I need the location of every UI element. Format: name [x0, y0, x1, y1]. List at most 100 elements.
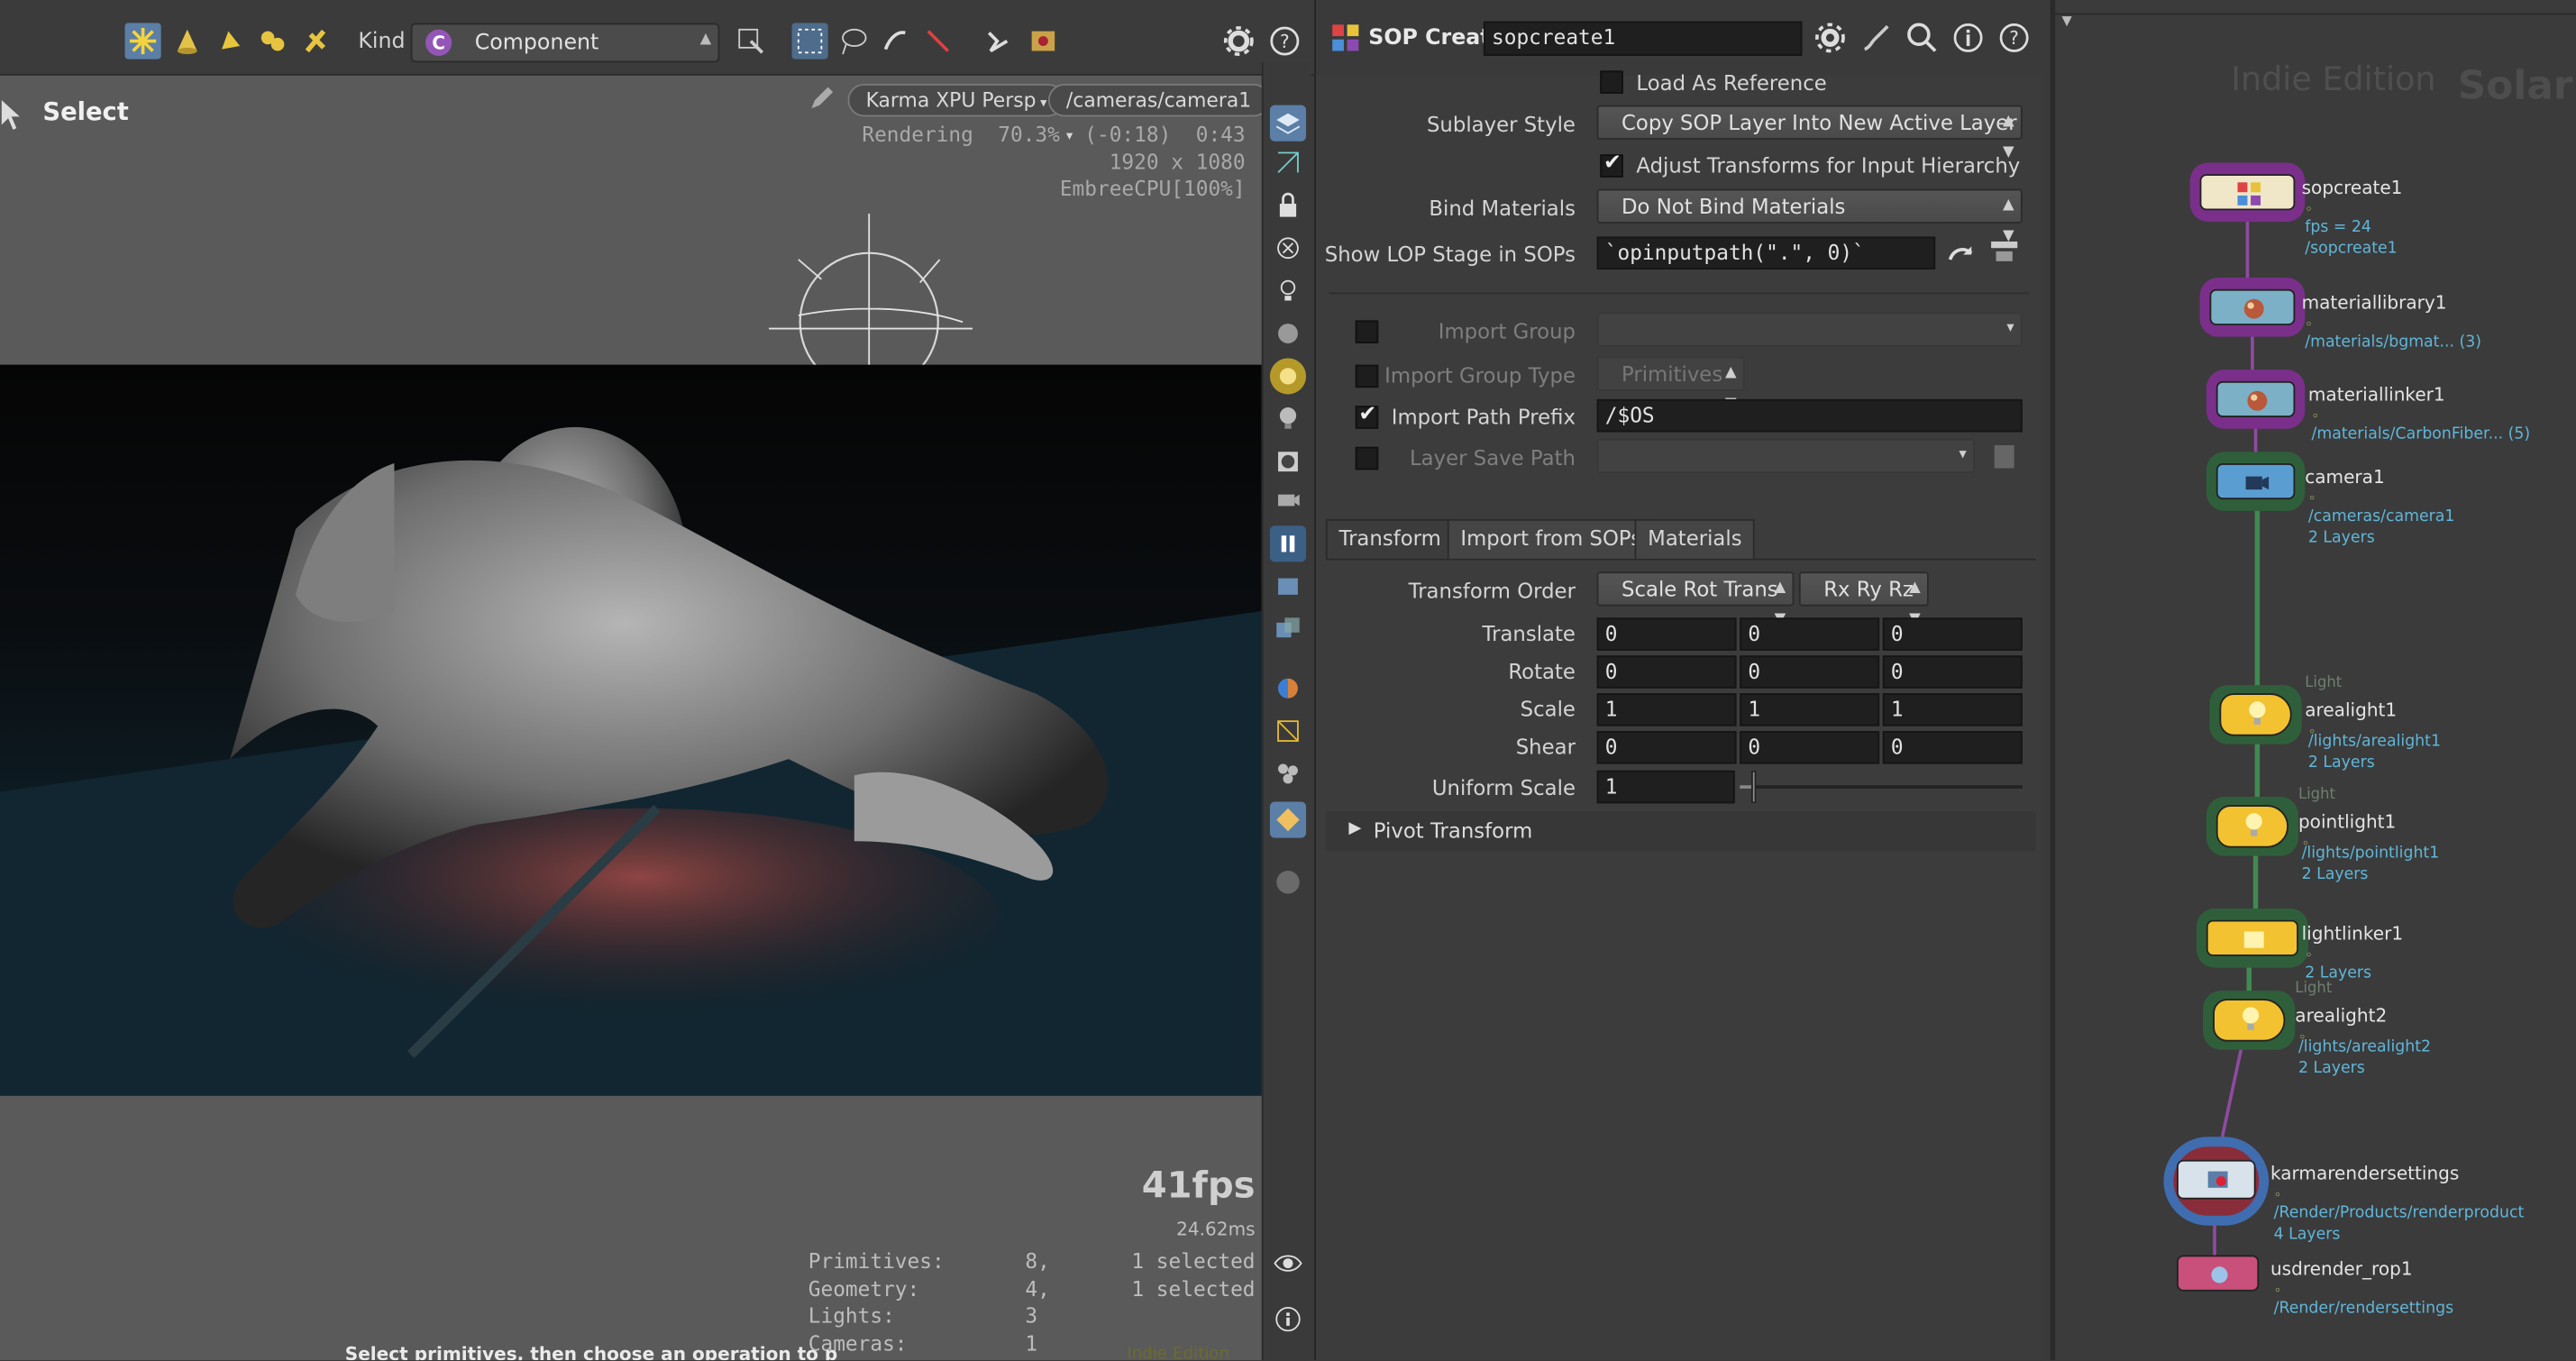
import-group-checkbox[interactable] — [1355, 320, 1379, 343]
shading-mode-icon[interactable] — [1270, 671, 1306, 707]
show-lop-stage-field[interactable]: `opinputpath(".", 0)` — [1596, 236, 1936, 269]
node-name[interactable]: lightlinker1 — [2302, 923, 2404, 945]
translate-z-field[interactable]: 0 — [1882, 617, 2023, 651]
camera-icon[interactable] — [1270, 481, 1306, 517]
uniform-scale-field[interactable]: 1 — [1596, 770, 1735, 804]
light-bulb-icon[interactable] — [1270, 273, 1306, 309]
shear-x-field[interactable]: 0 — [1596, 731, 1737, 764]
lasso-bell-icon[interactable] — [212, 23, 248, 59]
node-name-field[interactable]: sopcreate1 — [1483, 21, 1803, 56]
lasso-select-icon[interactable] — [835, 23, 871, 59]
eye-icon[interactable] — [1270, 1246, 1306, 1282]
box-select-icon[interactable] — [791, 23, 828, 59]
pause-icon[interactable] — [1269, 525, 1307, 562]
node-pointlight1[interactable] — [2215, 805, 2289, 848]
kind-dropdown[interactable]: C Component ▲ — [410, 23, 720, 63]
shadow-icon[interactable] — [1270, 443, 1306, 480]
node-name[interactable]: karmarendersettings — [2270, 1163, 2459, 1184]
node-camera1[interactable] — [2215, 463, 2296, 500]
paint-select-icon[interactable] — [877, 23, 913, 59]
node-chooser-icon[interactable] — [1987, 233, 2023, 269]
sphere-icon[interactable] — [1270, 315, 1306, 352]
node-name[interactable]: usdrender_rop1 — [2270, 1258, 2413, 1280]
help-icon[interactable]: ? — [1996, 20, 2032, 56]
translate-x-field[interactable]: 0 — [1596, 617, 1737, 651]
adjust-transforms-checkbox[interactable] — [1600, 151, 1623, 178]
file-chooser-icon[interactable] — [1987, 439, 2023, 475]
uniform-scale-slider[interactable] — [1740, 770, 2023, 804]
cone-tool-icon[interactable] — [169, 23, 206, 59]
node-name[interactable]: camera1 — [2305, 467, 2384, 489]
node-name[interactable]: pointlight1 — [2298, 811, 2396, 833]
import-group-type-menu[interactable]: Primitives▲▼ — [1596, 356, 1745, 412]
selection-mode-icon[interactable] — [733, 23, 769, 59]
layer-save-path-field[interactable]: ▾ — [1596, 438, 1975, 473]
scene-viewport[interactable]: Select Karma XPU Persp ▾ /cameras/camera… — [0, 75, 1262, 1361]
guides-icon[interactable] — [1270, 713, 1306, 749]
scale-y-field[interactable]: 1 — [1740, 693, 1880, 726]
display-mode-icon[interactable] — [1270, 144, 1306, 180]
import-path-prefix-field[interactable]: /$OS — [1596, 398, 2023, 433]
pencil-icon[interactable] — [808, 86, 835, 118]
translate-y-field[interactable]: 0 — [1740, 617, 1880, 651]
scale-z-field[interactable]: 1 — [1882, 693, 2023, 726]
lock-icon[interactable] — [1270, 187, 1306, 224]
node-name[interactable]: arealight1 — [2305, 699, 2397, 721]
scale-x-field[interactable]: 1 — [1596, 693, 1737, 726]
particles-icon[interactable] — [1270, 755, 1306, 791]
node-arealight2[interactable] — [2213, 999, 2286, 1042]
group-tool-icon[interactable] — [255, 23, 291, 59]
import-path-prefix-checkbox[interactable] — [1355, 403, 1379, 429]
tab-import-from-sops[interactable]: Import from SOPs — [1447, 518, 1655, 559]
tab-materials[interactable]: Materials — [1634, 518, 1756, 559]
layer-save-path-checkbox[interactable] — [1355, 446, 1379, 470]
hierarchy-tool-icon[interactable] — [297, 23, 333, 59]
node-name[interactable]: sopcreate1 — [2302, 178, 2403, 199]
node-arealight1[interactable] — [2219, 693, 2292, 736]
bind-materials-menu[interactable]: Do Not Bind Materials ▲ ▼ — [1596, 188, 2023, 245]
rotate-y-field[interactable]: 0 — [1740, 655, 1880, 689]
renderer-menu[interactable]: Karma XPU Persp ▾ — [847, 83, 1065, 117]
load-as-reference-checkbox[interactable] — [1600, 70, 1623, 94]
search-icon[interactable] — [1905, 20, 1941, 56]
snapshot-icon[interactable] — [1025, 23, 1061, 59]
bounding-box-icon[interactable] — [1269, 801, 1307, 838]
node-name[interactable]: materiallinker1 — [2308, 385, 2445, 406]
node-usdrender_rop1[interactable] — [2177, 1255, 2260, 1292]
import-group-field[interactable]: ▾ — [1596, 312, 2023, 347]
node-materiallibrary1[interactable] — [2209, 288, 2296, 325]
background-icon[interactable] — [1270, 864, 1306, 900]
slider-handle[interactable] — [1750, 770, 1756, 804]
help-icon[interactable]: ? — [1266, 23, 1302, 59]
shear-y-field[interactable]: 0 — [1740, 731, 1880, 764]
gear-icon[interactable] — [1220, 23, 1256, 59]
headlight-icon[interactable] — [1269, 358, 1307, 395]
laser-select-icon[interactable] — [920, 23, 956, 59]
network-editor[interactable]: ▼ Indie Edition Solari sopcreate1 ◦ fps = … — [2050, 0, 2576, 1361]
rotate-x-field[interactable]: 0 — [1596, 655, 1737, 689]
node-name[interactable]: materiallibrary1 — [2302, 292, 2447, 314]
sublayer-style-menu[interactable]: Copy SOP Layer Into New Active Layer ▲ ▼ — [1596, 105, 2023, 161]
import-group-type-checkbox[interactable] — [1355, 364, 1379, 388]
node-materiallinker1[interactable] — [2215, 380, 2296, 417]
info-icon[interactable] — [1950, 20, 1987, 56]
close-icon[interactable] — [1270, 230, 1306, 266]
rotate-order-menu[interactable]: Rx Ry Rz▲▼ — [1798, 571, 1929, 627]
bulb-icon[interactable] — [1270, 401, 1306, 437]
layers-icon[interactable] — [1269, 105, 1307, 142]
node-lightlinker1[interactable] — [2206, 919, 2298, 956]
node-name[interactable]: arealight2 — [2295, 1005, 2387, 1027]
node-sopcreate1[interactable] — [2199, 174, 2296, 211]
transform-order-menu[interactable]: Scale Rot Trans▲▼ — [1596, 571, 1795, 627]
pivot-transform-folder[interactable]: ▶ Pivot Transform — [1325, 811, 2036, 852]
redo-icon[interactable] — [1943, 236, 1979, 269]
select-tool-icon[interactable] — [124, 23, 161, 59]
gear-icon[interactable] — [1812, 20, 1848, 56]
shear-z-field[interactable]: 0 — [1882, 731, 2023, 764]
tab-transform[interactable]: Transform — [1325, 518, 1455, 559]
pick-tool-icon[interactable] — [979, 23, 1015, 59]
camera-menu[interactable]: /cameras/camera1 ▾ — [1047, 83, 1262, 143]
node-karmarendersettings[interactable] — [2177, 1159, 2256, 1200]
brush-icon[interactable] — [1858, 20, 1894, 56]
info-icon[interactable] — [1270, 1302, 1306, 1338]
